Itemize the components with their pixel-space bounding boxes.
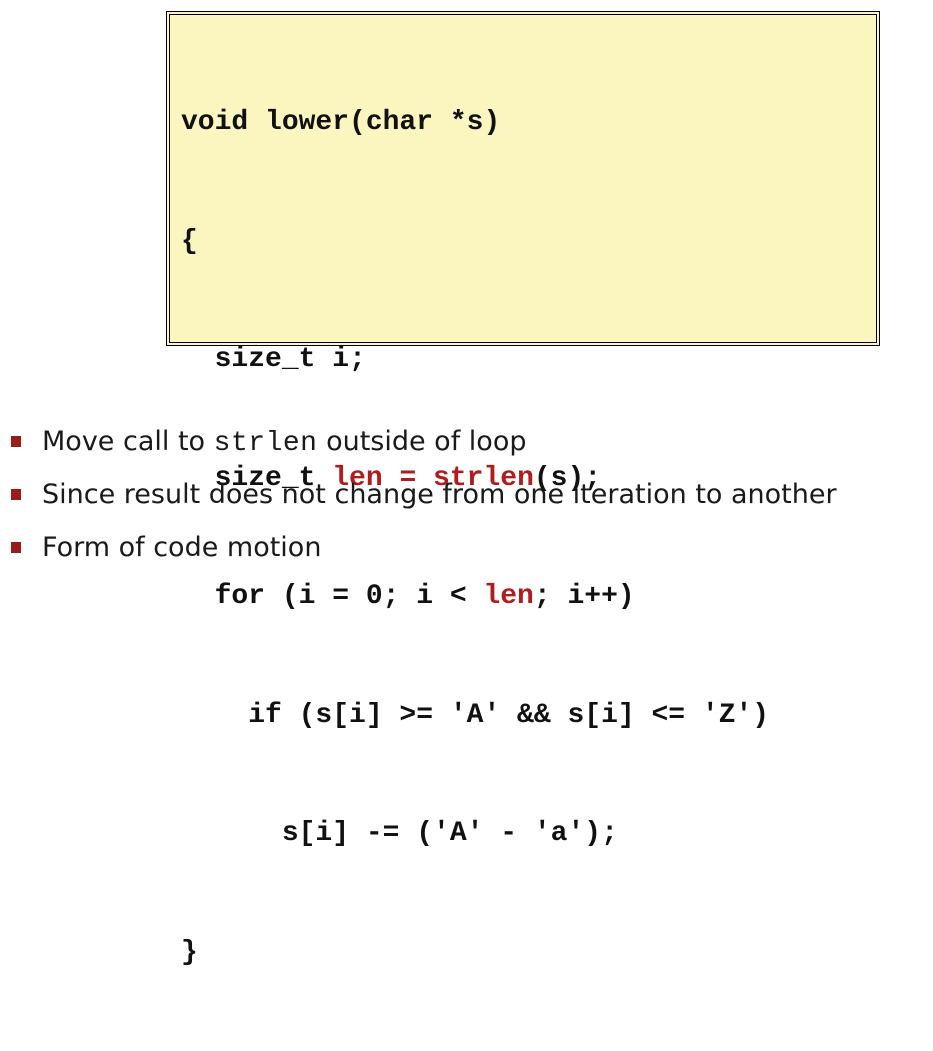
highlighted-code: len [483,581,534,612]
code-line-8: } [181,936,198,968]
bullet-item-1: Move call to strlen outside of loop [0,418,933,471]
code-listing-box: void lower(char *s) { size_t i; size_t l… [166,11,880,968]
bullet-item-3: Form of code motion [0,524,933,577]
code-line-3: size_t i; [181,344,366,375]
bullet-text: Since result does not change from one it… [42,479,837,510]
code-line-6: if (s[i] >= 'A' && s[i] <= 'Z') [181,699,770,731]
square-bullet-icon [11,489,21,500]
code-line-5: for (i = 0; i < len; i++) [181,581,635,612]
inline-code: strlen [213,428,318,459]
square-bullet-icon [11,436,21,447]
bullet-text: Move call to strlen outside of loop [42,426,527,459]
code-line-2: { [181,225,198,257]
bullet-text: Form of code motion [42,532,322,563]
code-line-7: s[i] -= ('A' - 'a'); [181,818,618,849]
square-bullet-icon [11,542,21,553]
bullet-list: Move call to strlen outside of loop Sinc… [0,418,933,577]
bullet-item-2: Since result does not change from one it… [0,471,933,524]
code-line-1: void lower(char *s) [181,107,501,138]
